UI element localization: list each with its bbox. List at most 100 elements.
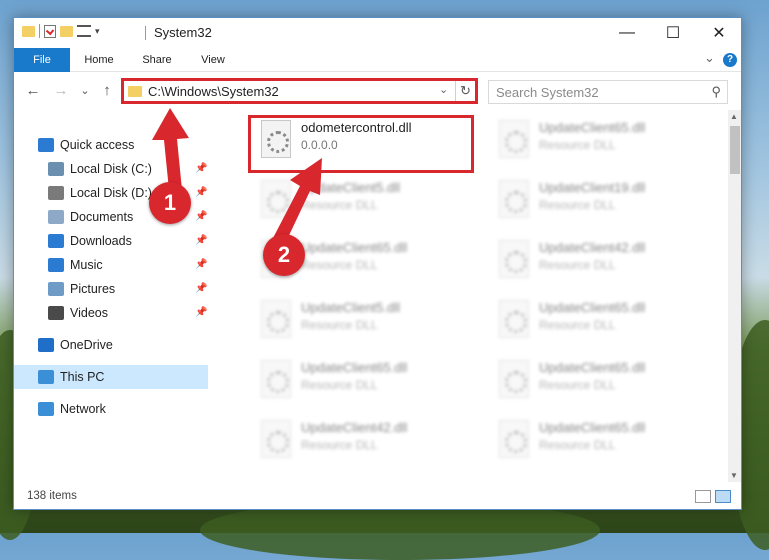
- close-button[interactable]: ✕: [696, 18, 741, 48]
- file-type: Resource DLL: [301, 438, 378, 452]
- tab-share[interactable]: Share: [134, 48, 180, 72]
- back-arrow-icon: ←: [25, 82, 41, 99]
- recent-locations-button[interactable]: ⌄: [76, 82, 94, 100]
- file-item[interactable]: UpdateClient65.dll Resource DLL: [487, 294, 717, 350]
- pin-icon[interactable]: 📌: [195, 259, 207, 270]
- expand-ribbon-icon[interactable]: ⌄: [704, 50, 715, 66]
- item-count: 138 items: [27, 490, 77, 502]
- dll-file-icon: [499, 360, 529, 398]
- back-button[interactable]: ←: [24, 82, 42, 100]
- pin-icon[interactable]: 📌: [195, 235, 207, 246]
- sidebar-item-pictures[interactable]: Pictures 📌: [14, 277, 208, 301]
- separator: [39, 24, 40, 38]
- up-button[interactable]: ↑: [98, 82, 116, 100]
- step-marker-1: 1: [149, 182, 191, 224]
- download-icon: [48, 234, 64, 248]
- drive-icon: [48, 186, 64, 200]
- pin-icon[interactable]: 📌: [195, 283, 207, 294]
- sidebar-item-this-pc[interactable]: This PC: [14, 365, 208, 389]
- file-item[interactable]: UpdateClient5.dll Resource DLL: [249, 294, 479, 350]
- customize-toolbar-icon[interactable]: [77, 25, 91, 37]
- pin-icon[interactable]: 📌: [195, 211, 207, 222]
- quick-access-toolbar: ▾: [22, 24, 100, 38]
- file-item[interactable]: UpdateClient42.dll Resource DLL: [487, 234, 717, 290]
- tiles-view-icon[interactable]: [715, 490, 731, 503]
- file-item[interactable]: UpdateClient42.dll Resource DLL: [249, 414, 479, 470]
- vertical-scrollbar[interactable]: ▲ ▼: [728, 110, 741, 482]
- file-type: Resource DLL: [301, 258, 378, 272]
- toolbar-dropdown-icon[interactable]: ▾: [95, 26, 100, 37]
- tab-view[interactable]: View: [190, 48, 236, 72]
- star-icon: [38, 138, 54, 152]
- file-type: Resource DLL: [301, 318, 378, 332]
- videos-icon: [48, 306, 64, 320]
- tab-file[interactable]: File: [14, 48, 70, 72]
- scroll-down-icon[interactable]: ▼: [730, 471, 738, 480]
- file-name: UpdateClient5.dll: [301, 180, 401, 195]
- status-bar: 138 items: [14, 484, 741, 509]
- file-explorer-window: ▾ System32 — ☐ ✕ File Home Share View ⌄ …: [13, 17, 742, 510]
- sidebar-item-quick-access[interactable]: Quick access: [14, 133, 208, 157]
- folder-icon: [128, 86, 142, 97]
- address-dropdown-icon[interactable]: ⌄: [439, 83, 448, 96]
- sidebar-item-onedrive[interactable]: OneDrive: [14, 333, 208, 357]
- sidebar-item-downloads[interactable]: Downloads 📌: [14, 229, 208, 253]
- dll-file-icon: [499, 300, 529, 338]
- file-name: UpdateClient5.dll: [301, 300, 401, 315]
- forward-button[interactable]: →: [52, 82, 70, 100]
- file-item[interactable]: UpdateClient65.dll Resource DLL: [487, 414, 717, 470]
- pin-icon[interactable]: 📌: [195, 163, 207, 174]
- search-input[interactable]: Search System32: [496, 85, 599, 100]
- dll-file-icon: [499, 180, 529, 218]
- file-item[interactable]: UpdateClient65.dll Resource DLL: [487, 114, 717, 170]
- details-view-icon[interactable]: [695, 490, 711, 503]
- dll-file-icon: [499, 240, 529, 278]
- sidebar-item-videos[interactable]: Videos 📌: [14, 301, 208, 325]
- file-item[interactable]: UpdateClient19.dll Resource DLL: [487, 174, 717, 230]
- file-name: UpdateClient42.dll: [539, 240, 646, 255]
- sidebar-item-label: Local Disk (C:): [70, 162, 152, 176]
- pin-icon[interactable]: 📌: [195, 187, 207, 198]
- file-name: UpdateClient65.dll: [539, 360, 646, 375]
- sidebar-item-label: Network: [60, 402, 106, 416]
- navigation-pane: Quick access Local Disk (C:) 📌 Local Disk (…: [14, 110, 208, 482]
- maximize-button[interactable]: ☐: [650, 18, 696, 48]
- properties-icon[interactable]: [44, 24, 56, 38]
- sidebar-item-music[interactable]: Music 📌: [14, 253, 208, 277]
- address-bar[interactable]: C:\Windows\System32 ⌄ ↻: [121, 78, 478, 104]
- dll-file-icon: [261, 420, 291, 458]
- tab-home[interactable]: Home: [76, 48, 122, 72]
- close-icon: ✕: [712, 25, 726, 42]
- file-type: Resource DLL: [539, 378, 616, 392]
- up-arrow-icon: ↑: [103, 82, 111, 99]
- sidebar-item-label: Documents: [70, 210, 134, 224]
- scroll-up-icon[interactable]: ▲: [730, 112, 738, 121]
- file-item[interactable]: UpdateClient65.dll Resource DLL: [487, 354, 717, 410]
- window-title: System32: [154, 25, 212, 40]
- search-box[interactable]: Search System32 ⚲: [488, 80, 728, 104]
- new-folder-icon[interactable]: [60, 25, 73, 37]
- address-path[interactable]: C:\Windows\System32: [148, 84, 279, 99]
- file-name: UpdateClient19.dll: [539, 180, 646, 195]
- pin-icon[interactable]: 📌: [195, 307, 207, 318]
- scrollbar-thumb[interactable]: [730, 126, 740, 174]
- sidebar-item-label: Local Disk (D:): [70, 186, 152, 200]
- file-type: Resource DLL: [301, 198, 378, 212]
- sidebar-item-network[interactable]: Network: [14, 397, 208, 421]
- minimize-button[interactable]: —: [604, 18, 650, 48]
- view-switcher: [695, 490, 731, 503]
- step-marker-2: 2: [263, 234, 305, 276]
- file-item[interactable]: UpdateClient65.dll Resource DLL: [249, 354, 479, 410]
- music-icon: [48, 258, 64, 272]
- file-item[interactable]: UpdateClient5.dll Resource DLL: [249, 174, 479, 230]
- dll-file-icon: [499, 120, 529, 158]
- file-name: UpdateClient42.dll: [301, 420, 408, 435]
- title-separator: [145, 26, 146, 40]
- file-list: odometercontrol.dll 0.0.0.0 UpdateClient…: [221, 110, 728, 482]
- folder-icon[interactable]: [22, 25, 35, 37]
- cloud-icon: [38, 338, 54, 352]
- file-type: Resource DLL: [539, 138, 616, 152]
- refresh-icon[interactable]: ↻: [455, 81, 475, 101]
- sidebar-item-local-disk-c[interactable]: Local Disk (C:) 📌: [14, 157, 208, 181]
- help-icon[interactable]: ?: [723, 53, 737, 67]
